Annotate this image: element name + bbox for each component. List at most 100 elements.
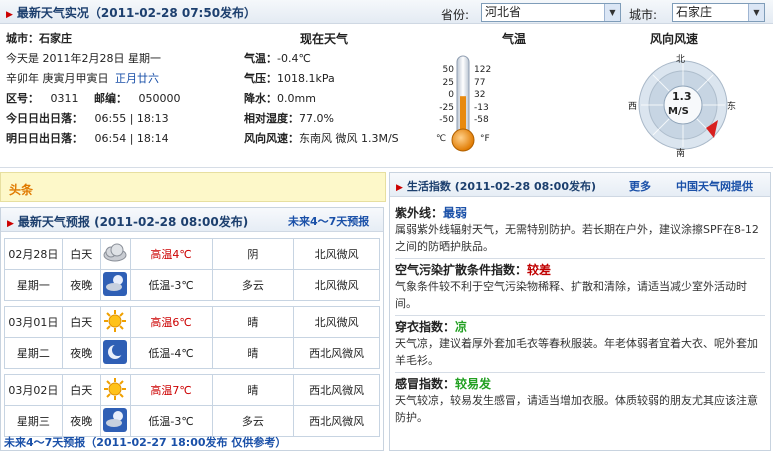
humidity-label: 相对湿度： (244, 112, 299, 125)
toutiao-label: 头条 (9, 183, 34, 197)
forecast-wind: 北风微风 (293, 269, 380, 301)
lunar-prefix: 辛卯年 庚寅月甲寅日 (6, 72, 109, 85)
life-item: 感冒指数：较易发天气较凉，较易发生感冒，请适当增加衣服。体质较弱的朋友尤其应该注… (395, 372, 765, 429)
chevron-down-icon: ▼ (748, 4, 764, 21)
wind-speed: 1.3 (672, 90, 692, 103)
sun-today-line: 今日日出日落： 06:55 | 18:13 (6, 110, 169, 126)
sun-today-value: 06:55 | 18:13 (94, 112, 169, 125)
life-item-name: 感冒指数： (395, 377, 456, 391)
compass-west: 西 (628, 102, 638, 112)
forecast-row: 03月01日 白天 高温6℃ 晴北风微风 (4, 306, 380, 338)
sun-tomorrow-value: 06:54 | 18:14 (94, 132, 169, 145)
compass-east: 东 (727, 102, 737, 112)
fahrenheit-tick: -58 (474, 115, 489, 125)
forecast-temp: 低温-3℃ (129, 269, 213, 301)
celsius-tick: -25 (439, 102, 454, 113)
divider (0, 167, 773, 168)
celsius-tick: -50 (439, 115, 454, 125)
forecast-period: 白天 (61, 374, 101, 406)
celsius-tick: 0 (448, 90, 454, 100)
forecast-wind: 北风微风 (293, 238, 380, 270)
forecast-weather: 阴 (211, 238, 295, 270)
forecast-header: ▶ 最新天气预报 (2011-02-28 08:00发布) 未来4～7天预报 (1, 208, 383, 232)
thermometer: 50 25 0 -25 -50 122 77 32 -13 -58 ℃ °F (430, 52, 520, 156)
fahrenheit-tick: 32 (474, 90, 486, 100)
life-source-link[interactable]: 中国天气网提供 (676, 178, 753, 194)
life-item-desc: 属弱紫外线辐射天气，无需特别防护。若长期在户外，建议涂擦SPF在8-12之间的防… (395, 223, 759, 253)
toutiao-bar: 头条 (0, 172, 386, 202)
forecast-period: 夜晚 (61, 405, 101, 437)
sun-tomorrow-label: 明日日出日落： (6, 132, 83, 145)
forecast-weather: 晴 (211, 337, 295, 369)
code-line: 区号： 0311 邮编： 050000 (6, 90, 181, 106)
forecast-row: 星期一 夜晚 低温-3℃ 多云 北风微风 (4, 269, 380, 301)
fahrenheit-unit: °F (480, 134, 490, 144)
wind-label: 风向风速： (244, 132, 299, 145)
forecast-row: 02月28日 白天 高温4℃ 阴北风微风 (4, 238, 380, 270)
page-title: ▶ 最新天气实况（2011-02-28 07:50发布） (6, 6, 257, 20)
life-item-name: 紫外线： (395, 206, 444, 220)
arrow-icon: ▶ (6, 10, 13, 20)
life-item-title: 空气污染扩散条件指数：较差 (395, 261, 765, 278)
humidity-value: 77.0% (299, 112, 334, 125)
forecast-row: 星期三 夜晚 低温-3℃ 多云 西北风微风 (4, 405, 380, 437)
forecast-title: ▶ 最新天气预报 (2011-02-28 08:00发布) (7, 215, 249, 229)
forecast-period: 夜晚 (61, 269, 101, 301)
cloudy-night-icon (99, 269, 131, 301)
forecast-wind: 西北风微风 (293, 405, 380, 437)
forecast-list: 02月28日 白天 高温4℃ 阴北风微风 星期一 夜晚 低温-3℃ 多云 北风微风 03月01日白… (4, 238, 380, 442)
forecast-wind: 西北风微风 (293, 337, 380, 369)
moon-icon (99, 337, 131, 369)
forecast-more-link[interactable]: 未来4～7天预报 (288, 213, 369, 229)
life-item-value: 较易发 (455, 377, 492, 391)
celsius-tick: 25 (442, 77, 454, 88)
cloudy-icon (99, 238, 131, 270)
precip-line: 降水：0.0mm (244, 90, 316, 106)
arrow-icon: ▶ (7, 219, 14, 229)
city-line: 城市：石家庄 (6, 32, 72, 45)
sun-icon (99, 374, 131, 406)
life-more-link[interactable]: 更多 (629, 178, 651, 194)
chevron-down-icon: ▼ (604, 4, 620, 21)
sun-tomorrow-line: 明日日出日落： 06:54 | 18:14 (6, 130, 169, 146)
fahrenheit-tick: 122 (474, 65, 492, 75)
city-select-value: 石家庄 (676, 5, 713, 19)
province-select[interactable]: 河北省 ▼ (481, 3, 621, 22)
forecast-row: 星期二 夜晚 低温-4℃ 晴西北风微风 (4, 337, 380, 369)
postcode: 050000 (138, 92, 181, 105)
forecast-period: 夜晚 (61, 337, 101, 369)
life-item-title: 感冒指数：较易发 (395, 375, 765, 392)
forecast-weather: 晴 (211, 374, 295, 406)
city-select[interactable]: 石家庄 ▼ (672, 3, 765, 22)
forecast-weather: 多云 (211, 269, 295, 301)
life-item-name: 空气污染扩散条件指数： (395, 263, 528, 277)
pressure-label: 气压： (244, 72, 277, 85)
compass-south: 南 (676, 149, 686, 159)
forecast-day: 02月28日 白天 高温4℃ 阴北风微风 星期一 夜晚 低温-3℃ 多云 北风微风 (4, 238, 380, 301)
life-title: ▶ 生活指数 (2011-02-28 08:00发布) (396, 180, 597, 193)
forecast-weather: 多云 (211, 405, 295, 437)
forecast-temp: 低温-3℃ (129, 405, 213, 437)
forecast-date: 03月02日 (4, 374, 63, 406)
forecast-temp: 高温7℃ (129, 374, 213, 406)
forecast-row: 03月02日 白天 高温7℃ 晴西北风微风 (4, 374, 380, 406)
lunar-date: 正月廿六 (115, 72, 159, 85)
forecast-temp: 高温4℃ (129, 238, 213, 270)
life-item-value: 最弱 (443, 206, 468, 220)
pressure-value: 1018.1kPa (277, 72, 335, 85)
area-code-label: 区号： (6, 92, 39, 105)
fahrenheit-tick: 77 (474, 77, 486, 88)
forecast-date: 03月01日 (4, 306, 63, 338)
wind-value: 东南风 微风 1.3M/S (299, 132, 399, 145)
forecast-footer-link[interactable]: 未来4～7天预报（2011-02-27 18:00发布 仅供参考） (4, 434, 286, 450)
forecast-date: 星期一 (4, 269, 63, 301)
forecast-day: 03月02日 白天 高温7℃ 晴西北风微风 星期三 夜晚 低温-3℃ 多云 西北风微风 (4, 374, 380, 437)
life-item-title: 穿衣指数：凉 (395, 318, 765, 335)
life-item-value: 较差 (527, 263, 552, 277)
wind-line: 风向风速：东南风 微风 1.3M/S (244, 130, 399, 146)
life-item-desc: 天气较凉，较易发生感冒，请适当增加衣服。体质较弱的朋友尤其应该注意防护。 (395, 394, 758, 424)
forecast-weather: 晴 (211, 306, 295, 338)
pressure-line: 气压：1018.1kPa (244, 70, 335, 86)
forecast-temp: 低温-4℃ (129, 337, 213, 369)
compass-north: 北 (676, 55, 686, 65)
